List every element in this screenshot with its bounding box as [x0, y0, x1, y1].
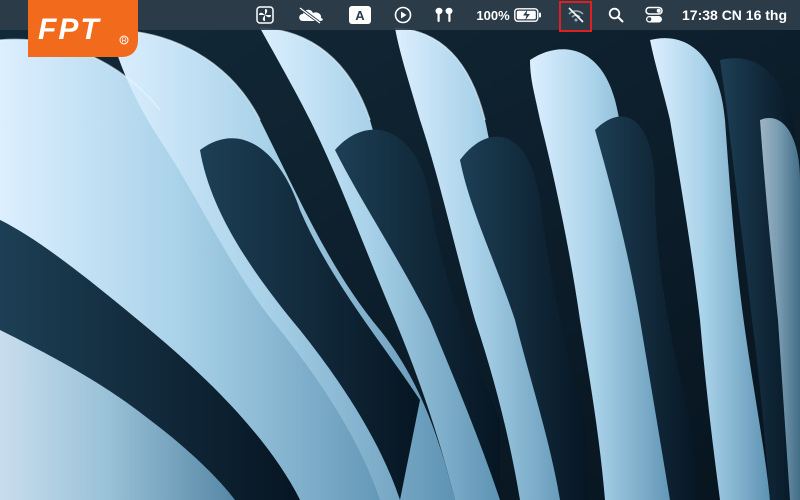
- wifi-off-icon[interactable]: [561, 0, 590, 30]
- desktop-wallpaper: [0, 0, 800, 500]
- svg-text:R: R: [122, 38, 127, 45]
- svg-text:FPT: FPT: [38, 13, 101, 46]
- battery-percentage-text: 100%: [476, 7, 510, 23]
- desktop-screen: A 100% 17:38 CN 16 thg FPT R: [0, 0, 800, 500]
- clock-text: 17:38 CN 16 thg: [682, 7, 788, 23]
- battery-percentage: 100%: [474, 0, 512, 30]
- cloud-offline-icon[interactable]: [294, 0, 328, 30]
- input-source-button[interactable]: A: [346, 0, 374, 30]
- battery-charging-icon[interactable]: [513, 0, 543, 30]
- play-circle-icon[interactable]: [392, 0, 414, 30]
- input-source-icon: A: [349, 6, 371, 24]
- clock[interactable]: 17:38 CN 16 thg: [682, 0, 800, 30]
- control-center-icon[interactable]: [642, 0, 666, 30]
- airpods-icon[interactable]: [432, 0, 456, 30]
- spotlight-search-icon[interactable]: [605, 0, 627, 30]
- fan-control-icon[interactable]: [253, 0, 277, 30]
- fpt-logo: FPT R: [28, 0, 138, 57]
